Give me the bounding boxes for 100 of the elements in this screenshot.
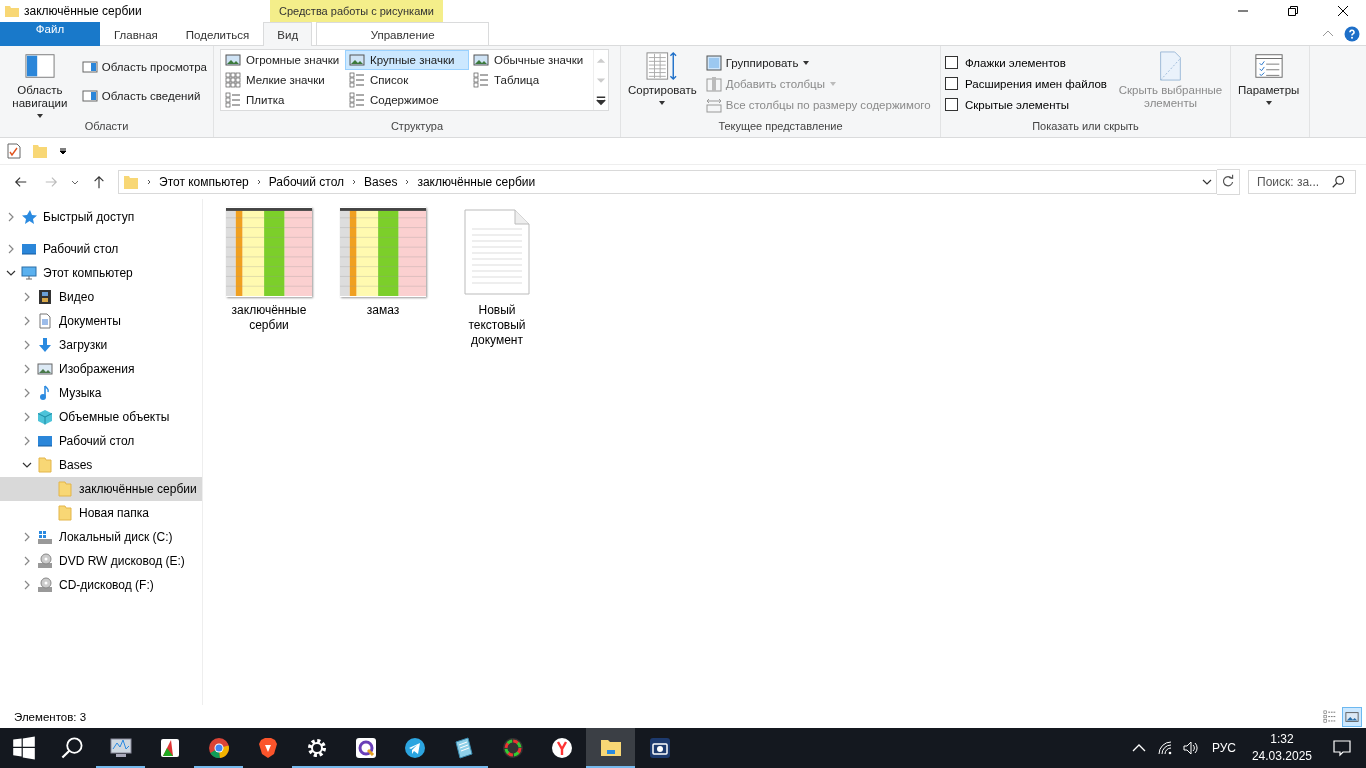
film-icon (37, 289, 53, 305)
tree-item[interactable]: DVD RW дисковод (E:) (0, 549, 202, 573)
list-icon (349, 92, 365, 108)
breadcrumb[interactable]: заключённые сербии (417, 175, 536, 189)
pane-button[interactable]: Область сведений (79, 81, 209, 110)
picture-icon (225, 52, 241, 68)
pane-layout-icon (81, 58, 98, 75)
breadcrumb[interactable]: Bases (364, 175, 398, 189)
pane-button[interactable]: Область просмотра (79, 52, 209, 81)
search-field[interactable]: Поиск: за... (1248, 170, 1356, 194)
tree-item[interactable]: CD-дисковод (F:) (0, 573, 202, 597)
properties-icon[interactable] (6, 143, 22, 159)
tree-item[interactable]: Музыка (0, 381, 202, 405)
grid-icon (225, 72, 241, 88)
search-input[interactable]: Поиск: за... (1253, 175, 1331, 189)
view-toggle-button[interactable] (1342, 706, 1362, 727)
breadcrumb[interactable]: Этот компьютер (159, 175, 249, 189)
wifi-icon[interactable] (1156, 740, 1173, 756)
contextual-group-label: Средства работы с рисунками (270, 0, 443, 22)
list-icon (349, 72, 365, 88)
checkbox-label: Скрытые элементы (965, 98, 1070, 111)
ribbon-tab[interactable]: Поделиться (171, 22, 264, 46)
star-icon (21, 209, 37, 225)
breadcrumb[interactable]: Рабочий стол (268, 175, 345, 189)
caret-icon (802, 58, 811, 67)
drive-icon (37, 529, 53, 545)
caret-icon (1264, 99, 1273, 107)
item-count: Элементов: 3 (14, 710, 87, 723)
letter-y-icon (549, 736, 574, 760)
picture-icon (1345, 709, 1359, 724)
text-file-icon (464, 209, 530, 295)
ribbon-tab[interactable]: Вид (263, 22, 313, 46)
layout-option[interactable]: Мелкие значки (221, 70, 345, 90)
layout-option[interactable]: Список (345, 70, 469, 90)
windows-icon (12, 736, 36, 760)
tree-item[interactable]: Новая папка (0, 501, 202, 525)
taskbar-app[interactable] (586, 728, 635, 768)
layout-option[interactable]: Обычные значки (469, 50, 593, 70)
navigation-pane-button[interactable]: Область навигации (4, 49, 76, 125)
layout-option[interactable]: Огромные значки (221, 50, 345, 70)
clock[interactable]: 1:32 24.03.2025 (1243, 728, 1320, 768)
view-command[interactable]: Группировать (703, 52, 933, 73)
folder-icon (37, 457, 53, 473)
picture-icon (349, 52, 365, 68)
checkbox-label: Флажки элементов (965, 56, 1066, 69)
file-item[interactable]: заключённые сербии (219, 205, 319, 333)
up-icon[interactable] (92, 175, 106, 189)
checkbox[interactable] (945, 56, 958, 69)
tree-item[interactable]: Рабочий стол (0, 429, 202, 453)
tree-item[interactable]: Изображения (0, 357, 202, 381)
sort-button[interactable]: Сортировать (625, 49, 700, 112)
download-icon (37, 337, 53, 353)
window-title: заключённые сербии (24, 4, 142, 18)
tree-item[interactable]: Этот компьютер (0, 261, 202, 285)
customize-toolbar-icon[interactable] (58, 146, 68, 156)
file-item[interactable]: Новый текстовый документ (447, 205, 547, 348)
help-icon[interactable] (1344, 25, 1360, 42)
disc-drive-icon (37, 577, 53, 593)
tree-item[interactable]: Bases (0, 453, 202, 477)
caret-icon (35, 112, 44, 120)
layout-option[interactable]: Крупные значки (345, 50, 469, 70)
back-icon[interactable] (14, 175, 28, 189)
volume-icon[interactable] (1182, 740, 1199, 756)
list-icon (473, 72, 489, 88)
pane-layout-icon (81, 87, 98, 104)
tree-item[interactable]: заключённые сербии (0, 477, 202, 501)
tree-item[interactable]: Документы (0, 309, 202, 333)
checkbox[interactable] (945, 77, 958, 90)
image-icon (37, 361, 53, 377)
notifications-icon[interactable] (1332, 738, 1352, 758)
list-icon (225, 92, 241, 108)
checkbox[interactable] (945, 98, 958, 111)
layout-option[interactable]: Таблица (469, 70, 593, 90)
cube-icon (37, 409, 53, 425)
dropdown-icon[interactable] (1202, 177, 1212, 187)
group-label: Области (83, 120, 130, 134)
pane-layout-icon (22, 51, 57, 81)
layout-option[interactable]: Плитка (221, 90, 345, 110)
tree-item[interactable]: Загрузки (0, 333, 202, 357)
search-icon[interactable] (1331, 175, 1345, 189)
desktop-icon (21, 241, 37, 257)
file-item[interactable]: замаз (333, 205, 433, 318)
folder-icon (123, 174, 139, 190)
tree-item[interactable]: Видео (0, 285, 202, 309)
language-indicator[interactable]: РУС (1211, 741, 1236, 755)
paper-plane-icon (402, 736, 427, 760)
group-icon (705, 54, 722, 71)
checkbox-label: Расширения имен файлов (965, 77, 1107, 90)
ribbon-tab[interactable]: Файл (0, 22, 100, 46)
ribbon-tab[interactable]: Главная (100, 22, 172, 46)
tree-item[interactable]: Объемные объекты (0, 405, 202, 429)
tree-item[interactable]: Рабочий стол (0, 237, 202, 261)
refresh-icon[interactable] (1217, 169, 1240, 195)
tree-item[interactable]: Локальный диск (C:) (0, 525, 202, 549)
layout-option[interactable]: Содержимое (345, 90, 469, 110)
monitor-chart-icon (108, 736, 133, 760)
fit-columns-icon (705, 96, 722, 113)
tree-item[interactable]: Быстрый доступ (0, 205, 202, 229)
chevron-icon[interactable] (145, 178, 153, 186)
options-button[interactable]: Параметры (1235, 49, 1303, 112)
